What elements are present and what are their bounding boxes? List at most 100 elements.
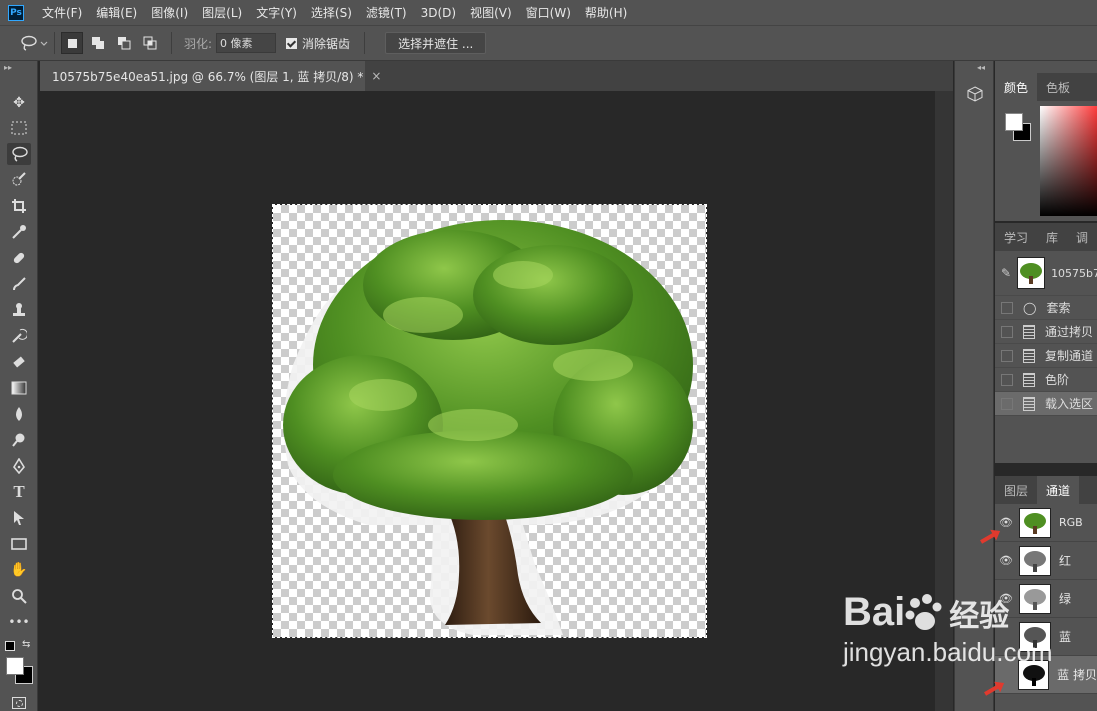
separator	[54, 32, 55, 54]
history-item-levels[interactable]: 色阶	[995, 368, 1097, 392]
select-and-mask-button[interactable]: 选择并遮住 ...	[385, 32, 487, 54]
marquee-tool-icon[interactable]	[7, 117, 31, 139]
swap-colors-icon[interactable]: ⇆	[22, 639, 30, 650]
document-icon	[1023, 396, 1035, 411]
collapse-arrows-icon[interactable]: ◂◂	[977, 63, 985, 72]
history-checkbox	[1001, 301, 1013, 314]
history-brush-tool-icon[interactable]	[7, 325, 31, 347]
history-checkbox	[1001, 397, 1013, 410]
snapshot-name: 10575b7	[1051, 266, 1097, 280]
default-colors-icon[interactable]	[5, 641, 15, 651]
collapse-arrows-icon[interactable]: ▸▸	[4, 63, 12, 72]
menu-view[interactable]: 视图(V)	[470, 4, 512, 21]
pen-tool-icon[interactable]	[7, 455, 31, 477]
intersect-selection-button[interactable]	[139, 32, 161, 54]
history-item-label: 载入选区	[1045, 397, 1094, 411]
channel-row-red[interactable]: 👁 红	[995, 542, 1097, 580]
separator	[364, 32, 366, 54]
history-item-label: 复制通道	[1045, 349, 1094, 363]
document-tab[interactable]: 10575b75e40ea51.jpg @ 66.7% (图层 1, 蓝 拷贝/…	[40, 61, 381, 91]
document-image[interactable]	[272, 204, 707, 638]
history-item-layer-via-copy[interactable]: 通过拷贝	[995, 320, 1097, 344]
history-item-duplicate-channel[interactable]: 复制通道	[995, 344, 1097, 368]
menu-help[interactable]: 帮助(H)	[585, 4, 627, 21]
blur-tool-icon[interactable]	[7, 403, 31, 425]
menu-edit[interactable]: 编辑(E)	[96, 4, 137, 21]
document-icon	[1023, 324, 1035, 339]
crop-tool-icon[interactable]	[7, 195, 31, 217]
gradient-tool-icon[interactable]	[7, 377, 31, 399]
new-selection-button[interactable]	[61, 32, 83, 54]
menu-file[interactable]: 文件(F)	[42, 4, 82, 21]
tab-swatches[interactable]: 色板	[1037, 73, 1079, 101]
foreground-color-swatch[interactable]	[6, 657, 24, 675]
feather-input[interactable]: 0 像素	[216, 33, 277, 53]
type-tool-icon[interactable]: T	[7, 481, 31, 503]
watermark-brand-cn: 经验	[949, 598, 1010, 634]
channel-name: RGB	[1059, 516, 1083, 529]
tab-libraries[interactable]: 库	[1037, 223, 1067, 251]
document-tabbar: 10575b75e40ea51.jpg @ 66.7% (图层 1, 蓝 拷贝/…	[40, 61, 953, 91]
history-item-label: 色阶	[1045, 373, 1070, 387]
tab-channels[interactable]: 通道	[1037, 476, 1080, 504]
channel-thumbnail	[1019, 545, 1051, 576]
document-icon	[1023, 372, 1035, 387]
color-picker-field[interactable]	[1040, 106, 1097, 216]
menu-image[interactable]: 图像(I)	[151, 4, 188, 21]
lasso-icon: ◯	[1023, 300, 1037, 315]
history-item-lasso[interactable]: ◯ 套索	[995, 296, 1097, 320]
history-checkbox	[1001, 349, 1013, 362]
tab-layers[interactable]: 图层	[995, 476, 1037, 504]
history-panel: 学习 库 调 ✎ 10575b7 ◯ 套索 通过拷贝 复制通道 色阶 载入选区	[995, 223, 1097, 463]
menu-bar: Ps 文件(F) 编辑(E) 图像(I) 图层(L) 文字(Y) 选择(S) 滤…	[0, 0, 1097, 25]
stamp-tool-icon[interactable]	[7, 299, 31, 321]
tab-adjustments[interactable]: 调	[1067, 223, 1097, 251]
tab-learn[interactable]: 学习	[995, 223, 1037, 251]
watermark-brand: Bai	[843, 590, 906, 634]
snapshot-thumbnail	[1017, 257, 1046, 289]
subtract-selection-button[interactable]	[113, 32, 135, 54]
rectangle-tool-icon[interactable]	[7, 533, 31, 555]
tab-color[interactable]: 颜色	[995, 73, 1038, 101]
antialias-label: 消除锯齿	[302, 36, 351, 51]
close-icon[interactable]: ×	[371, 69, 381, 83]
dodge-tool-icon[interactable]	[7, 429, 31, 451]
photoshop-logo-icon: Ps	[8, 4, 24, 21]
history-snapshot[interactable]: ✎ 10575b7	[995, 251, 1097, 296]
channel-name: 红	[1059, 554, 1072, 568]
quick-mask-icon[interactable]	[12, 697, 26, 709]
tools-panel: ▸▸ ✥ T ✋ ••• ⇆	[0, 61, 38, 711]
menu-filter[interactable]: 滤镜(T)	[366, 4, 407, 21]
3d-cube-icon[interactable]	[964, 83, 986, 105]
antialias-checkbox[interactable]	[286, 37, 298, 49]
history-checkbox	[1001, 373, 1013, 386]
menu-select[interactable]: 选择(S)	[311, 4, 352, 21]
healing-brush-tool-icon[interactable]	[7, 247, 31, 269]
eye-icon[interactable]: 👁	[995, 554, 1017, 567]
watermark: Bai 经验 jingyan.baidu.com	[843, 590, 1093, 690]
quick-selection-tool-icon[interactable]	[7, 169, 31, 191]
lasso-tool-icon[interactable]	[7, 143, 31, 165]
menu-type[interactable]: 文字(Y)	[256, 4, 297, 21]
eyedropper-tool-icon[interactable]	[7, 221, 31, 243]
menu-window[interactable]: 窗口(W)	[526, 4, 571, 21]
menu-3d[interactable]: 3D(D)	[421, 6, 456, 20]
brush-tool-icon[interactable]	[7, 273, 31, 295]
hand-tool-icon[interactable]: ✋	[7, 559, 31, 581]
path-selection-tool-icon[interactable]	[7, 507, 31, 529]
tool-preset-lasso-icon[interactable]	[20, 35, 48, 51]
feather-label: 羽化:	[184, 36, 213, 51]
zoom-tool-icon[interactable]	[7, 585, 31, 607]
eraser-tool-icon[interactable]	[7, 351, 31, 373]
foreground-color-swatch[interactable]	[1005, 113, 1023, 131]
history-item-load-selection[interactable]: 载入选区	[995, 392, 1097, 416]
more-tools-icon[interactable]: •••	[7, 611, 31, 633]
menu-layer[interactable]: 图层(L)	[202, 4, 242, 21]
separator	[171, 32, 172, 54]
add-selection-button[interactable]	[87, 32, 109, 54]
move-tool-icon[interactable]: ✥	[7, 92, 31, 114]
document-icon	[1023, 348, 1035, 363]
history-item-label: 通过拷贝	[1045, 325, 1094, 339]
document-tab-title: 10575b75e40ea51.jpg @ 66.7% (图层 1, 蓝 拷贝/…	[52, 69, 364, 84]
channel-row-rgb[interactable]: 👁 RGB	[995, 504, 1097, 542]
